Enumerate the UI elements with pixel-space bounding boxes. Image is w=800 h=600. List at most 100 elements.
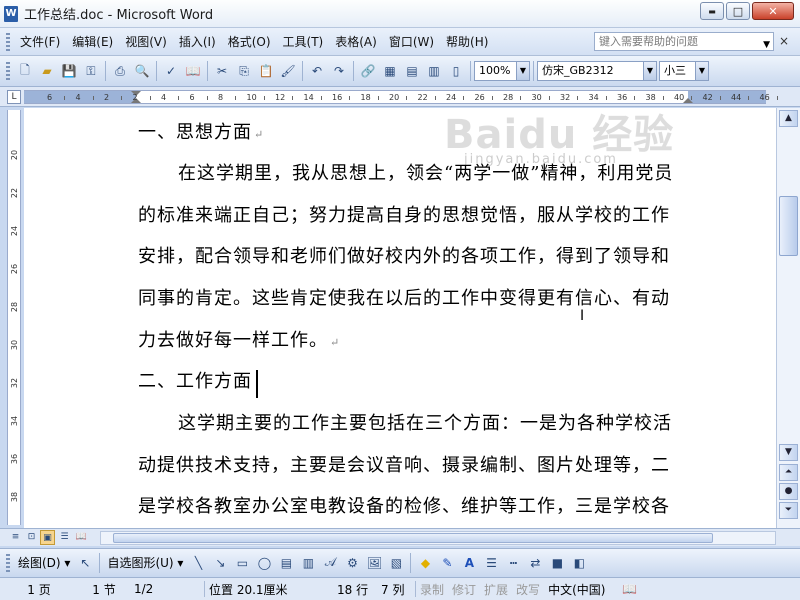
vertical-text-box-icon[interactable]: ▥	[298, 553, 318, 573]
vertical-scrollbar[interactable]: ▲ ▼ ⏶ ● ⏷	[776, 108, 800, 528]
oval-icon[interactable]: ◯	[254, 553, 274, 573]
arrow-style-icon[interactable]: ⇄	[525, 553, 545, 573]
rectangle-icon[interactable]: ▭	[232, 553, 252, 573]
chevron-down-icon[interactable]: ▼	[763, 37, 770, 54]
web-view-icon[interactable]: ⊡	[24, 530, 39, 545]
print-layout-icon[interactable]: ▣	[40, 530, 55, 545]
body-line[interactable]: 的标准来端正自己；努力提高自身的思想觉悟，服从学校的工作	[138, 205, 670, 227]
toolbar-grip-icon[interactable]	[6, 32, 10, 51]
body-line[interactable]: 在这学期里，我从思想上，领会“两学一做”精神，利用党员	[178, 163, 673, 185]
heading-2[interactable]: 二、工作方面	[138, 371, 252, 393]
menu-edit[interactable]: 编辑(E)	[66, 28, 119, 56]
body-line[interactable]: 这学期主要的工作主要包括在三个方面：一是为各种学校活	[178, 413, 672, 435]
tab-selector[interactable]: L	[7, 90, 21, 104]
normal-view-icon[interactable]: ≡	[8, 530, 23, 545]
body-line[interactable]: 同事的肯定。这些肯定使我在以后的工作中变得更有信心、有动	[138, 288, 670, 310]
select-objects-icon[interactable]: ↖	[75, 553, 95, 573]
fill-color-icon[interactable]: ◆	[415, 553, 435, 573]
save-icon[interactable]: 💾	[59, 61, 79, 81]
scroll-up-icon[interactable]: ▲	[779, 110, 798, 127]
body-line[interactable]: 力去做好每一样工作。 ↵	[138, 330, 340, 354]
paste-icon[interactable]: 📋	[256, 61, 276, 81]
horizontal-ruler[interactable]: 6 4 2 2 4 6 8 10 12 14 16 18 20 22 24 26 28 30 32 34 36 38 40 4…	[24, 90, 778, 104]
outline-view-icon[interactable]: ☰	[57, 530, 72, 545]
copy-icon[interactable]: ⎘	[234, 61, 254, 81]
menu-view[interactable]: 视图(V)	[119, 28, 173, 56]
print-icon[interactable]: ⎙	[110, 61, 130, 81]
chevron-down-icon[interactable]: ▼	[516, 62, 529, 80]
status-extend[interactable]: 扩展	[480, 581, 512, 598]
vertical-scroll-thumb[interactable]	[779, 196, 798, 256]
horizontal-scrollbar[interactable]	[100, 531, 776, 545]
print-preview-icon[interactable]: 🔍	[132, 61, 152, 81]
chevron-down-icon[interactable]: ▼	[695, 62, 708, 80]
open-folder-icon[interactable]: ▰	[37, 61, 57, 81]
toolbar-grip-icon[interactable]	[6, 553, 10, 572]
menu-window[interactable]: 窗口(W)	[383, 28, 440, 56]
insert-picture-icon[interactable]: ▧	[386, 553, 406, 573]
body-line[interactable]: 是学校各教室办公室电教设备的检修、维护等工作，三是学校各	[138, 496, 670, 518]
body-line[interactable]: 安排，配合领导和老师们做好校内外的各项工作，得到了领导和	[138, 246, 670, 268]
horizontal-scroll-thumb[interactable]	[113, 533, 713, 543]
previous-page-icon[interactable]: ⏶	[779, 464, 798, 481]
browse-object-icon[interactable]: ●	[779, 483, 798, 500]
help-search-input[interactable]: 键入需要帮助的问题 ▼	[594, 32, 774, 51]
font-select[interactable]: 仿宋_GB2312 ▼	[537, 61, 657, 81]
clip-art-icon[interactable]: 🖼	[364, 553, 384, 573]
body-line[interactable]: 动提供技术支持，主要是会议音响、摄录编制、图片处理等，二	[138, 455, 670, 477]
menu-file[interactable]: 文件(F)	[14, 28, 66, 56]
maximize-button[interactable]: □	[726, 2, 750, 20]
menu-insert[interactable]: 插入(I)	[173, 28, 222, 56]
research-icon[interactable]: 📖	[183, 61, 203, 81]
heading-1[interactable]: 一、思想方面 ↵	[138, 122, 264, 146]
vertical-ruler[interactable]: 2022242628303234363840	[7, 110, 21, 540]
menu-help[interactable]: 帮助(H)	[440, 28, 494, 56]
chevron-down-icon[interactable]: ▼	[643, 62, 656, 80]
diagram-icon[interactable]: ⚙	[342, 553, 362, 573]
reading-view-icon[interactable]: 📖	[74, 530, 89, 545]
cut-icon[interactable]: ✂	[212, 61, 232, 81]
menu-format[interactable]: 格式(O)	[222, 28, 277, 56]
line-style-icon[interactable]: ☰	[481, 553, 501, 573]
permission-icon[interactable]: ⚿	[81, 61, 101, 81]
3d-style-icon[interactable]: ◧	[569, 553, 589, 573]
scroll-down-icon[interactable]: ▼	[779, 444, 798, 461]
status-language[interactable]: 中文(中国)	[544, 581, 618, 598]
font-size-select[interactable]: 小三 ▼	[659, 61, 709, 81]
font-color-icon[interactable]: A	[459, 553, 479, 573]
autoshapes-menu-button[interactable]: 自选图形(U) ▾	[103, 554, 187, 571]
status-track-changes[interactable]: 修订	[448, 581, 480, 598]
line-color-icon[interactable]: ✎	[437, 553, 457, 573]
undo-icon[interactable]: ↶	[307, 61, 327, 81]
columns-icon[interactable]: ▯	[446, 61, 466, 81]
arrow-icon[interactable]: ↘	[210, 553, 230, 573]
close-button[interactable]: ✕	[752, 2, 794, 20]
spelling-status-icon[interactable]: 📖	[618, 582, 641, 596]
hyperlink-icon[interactable]: 🔗	[358, 61, 378, 81]
menu-table[interactable]: 表格(A)	[329, 28, 383, 56]
vertical-ruler-number: 32	[10, 377, 19, 389]
dash-style-icon[interactable]: ┅	[503, 553, 523, 573]
zoom-select[interactable]: 100% ▼	[474, 61, 530, 81]
tables-borders-icon[interactable]: ▦	[380, 61, 400, 81]
line-icon[interactable]: ╲	[188, 553, 208, 573]
format-painter-icon[interactable]: 🖌	[278, 61, 298, 81]
draw-menu-button[interactable]: 绘图(D) ▾	[14, 554, 74, 571]
next-page-icon[interactable]: ⏷	[779, 502, 798, 519]
text-box-icon[interactable]: ▤	[276, 553, 296, 573]
menu-tools[interactable]: 工具(T)	[277, 28, 330, 56]
insert-table-icon[interactable]: ▤	[402, 61, 422, 81]
close-document-button[interactable]: ×	[779, 34, 789, 48]
redo-icon[interactable]: ↷	[329, 61, 349, 81]
new-document-icon[interactable]: 🗋	[15, 61, 35, 81]
toolbar-grip-icon[interactable]	[6, 62, 10, 80]
status-overtype[interactable]: 改写	[512, 581, 544, 598]
minimize-button[interactable]: ▬	[700, 2, 724, 20]
status-record[interactable]: 录制	[416, 581, 448, 598]
wordart-icon[interactable]: 𝒜	[320, 553, 340, 573]
document-page[interactable]: Baidu 经验 jingyan.baidu.com 一、思想方面 ↵ 在这学期里…	[24, 108, 776, 528]
shadow-style-icon[interactable]: ■	[547, 553, 567, 573]
insert-excel-icon[interactable]: ▥	[424, 61, 444, 81]
spelling-icon[interactable]: ✓	[161, 61, 181, 81]
word-app-icon[interactable]: W	[4, 5, 18, 22]
